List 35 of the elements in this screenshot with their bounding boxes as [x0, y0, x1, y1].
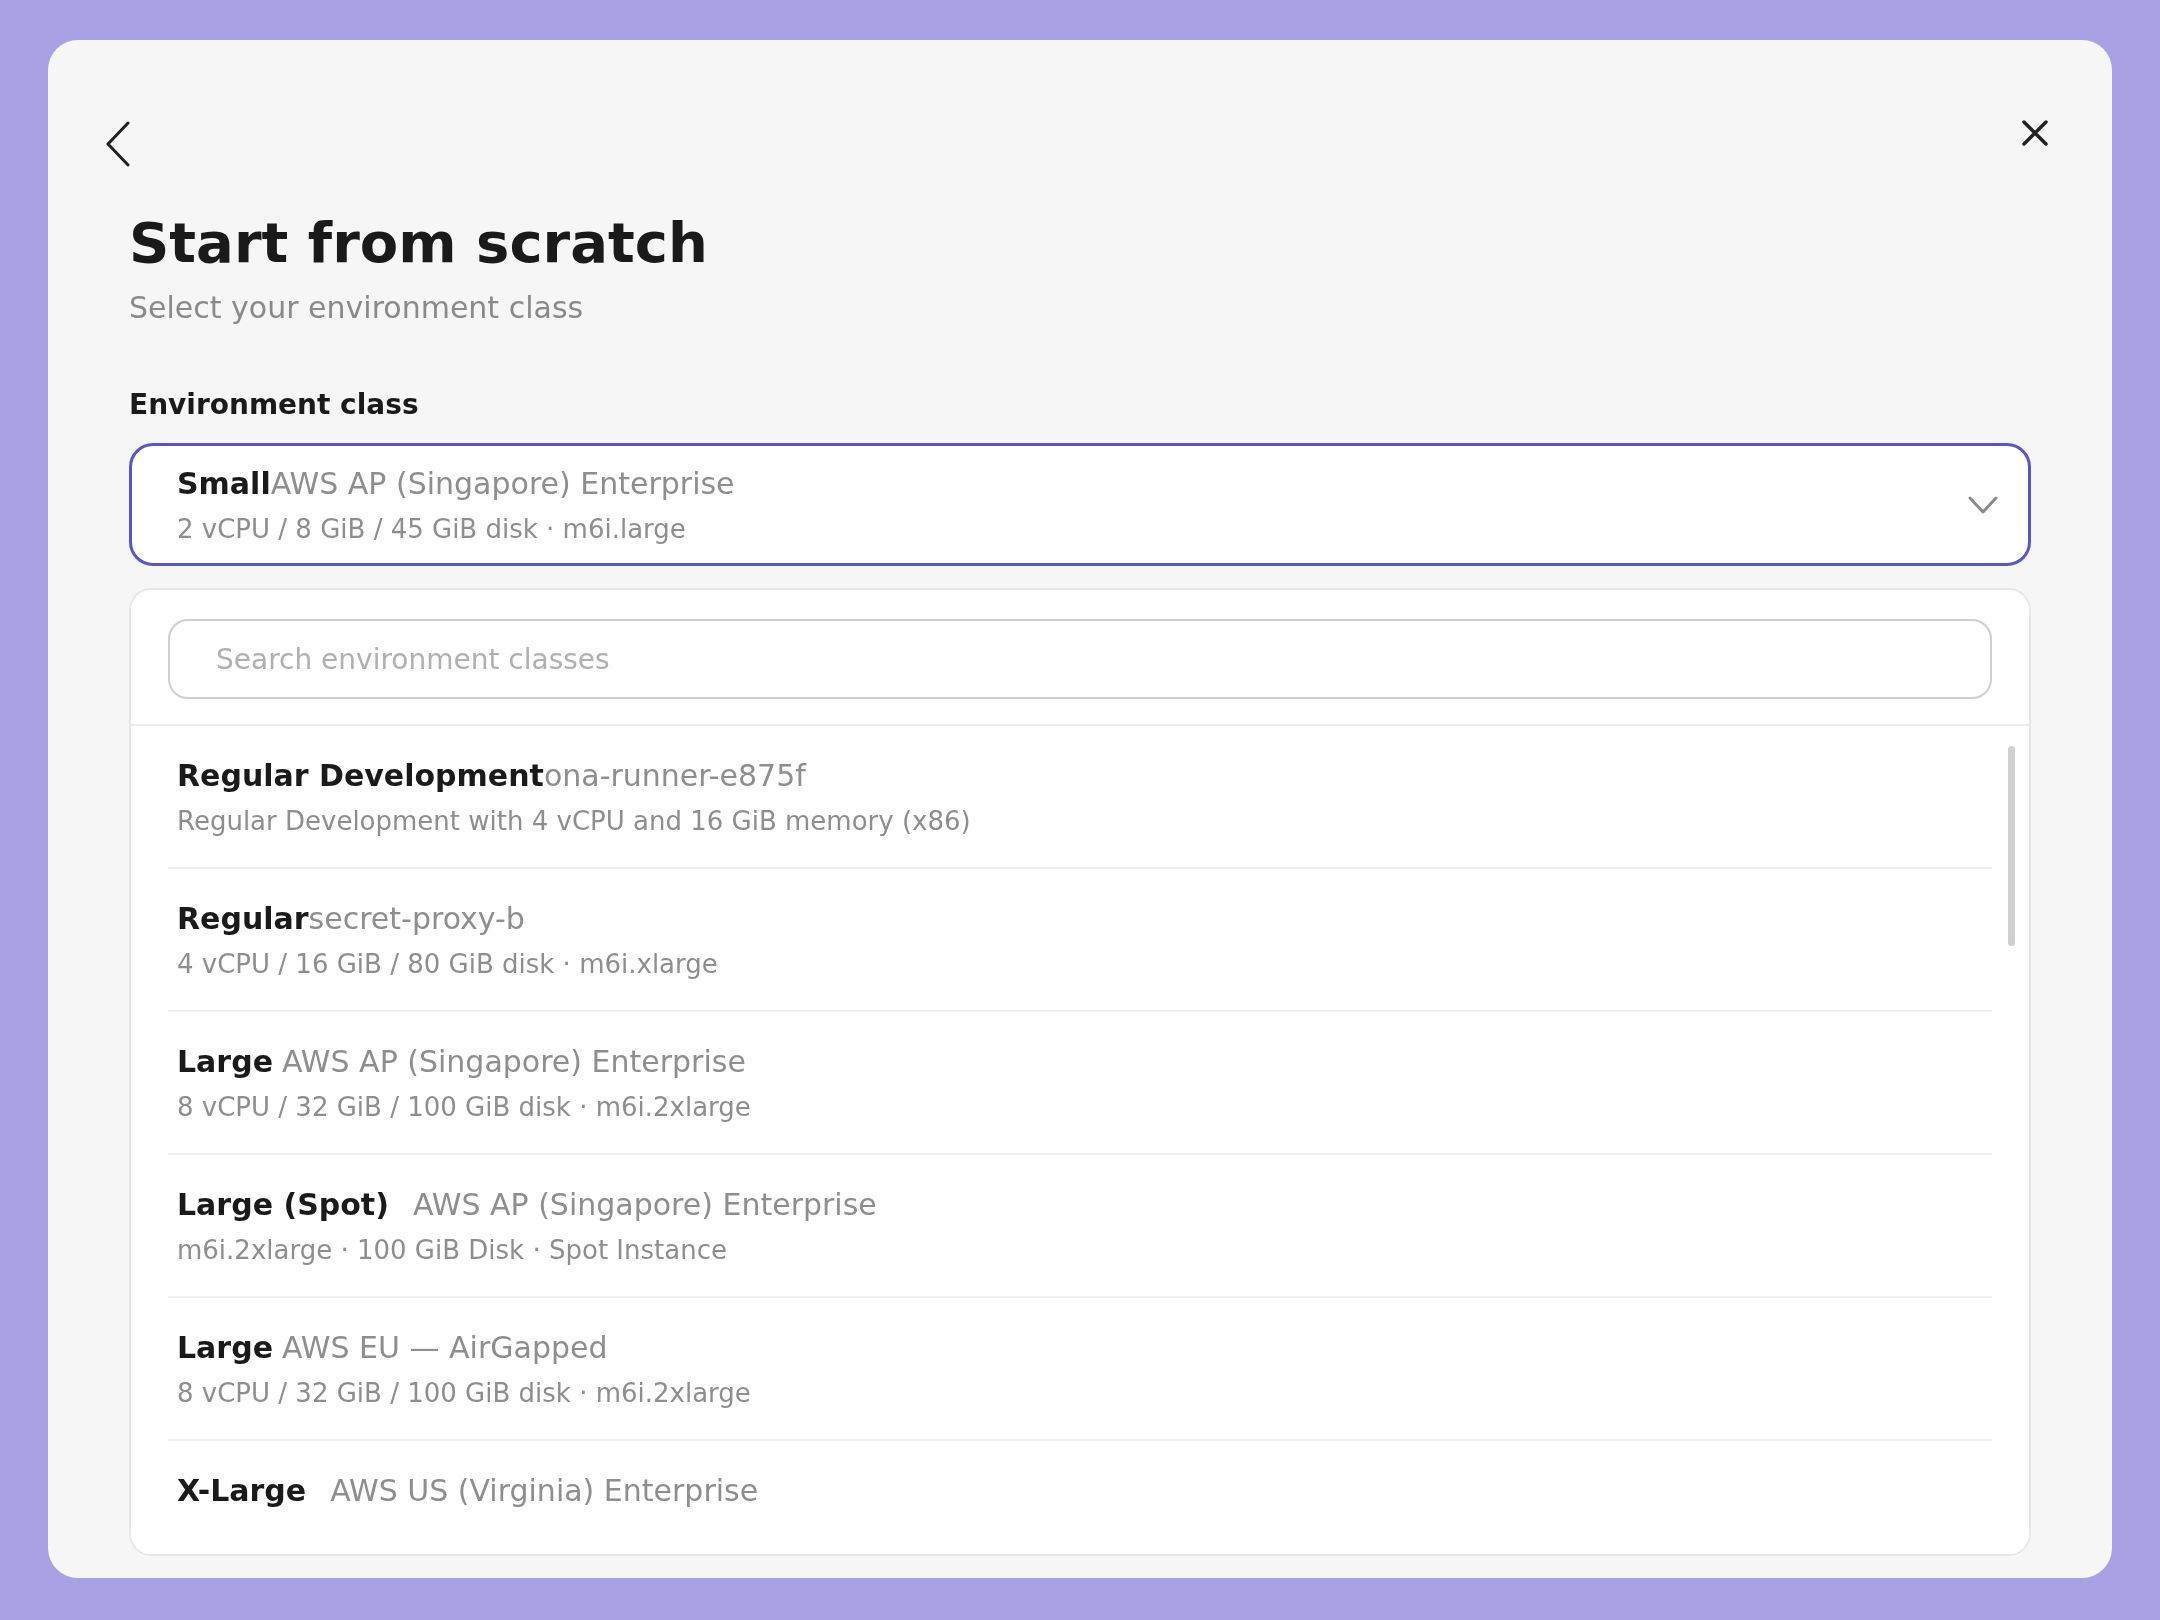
dialog-subtitle: Select your environment class — [129, 289, 585, 327]
option-details: Regular Development with 4 vCPU and 16 GiB memory (x86) — [177, 805, 972, 838]
option-name: Large — [177, 1330, 273, 1365]
option-name: X-Large — [177, 1473, 307, 1508]
option-name: Small — [177, 465, 271, 501]
option-details: 4 vCPU / 16 GiB / 80 GiB disk · m6i.xlarge — [177, 948, 719, 981]
option-details: m6i.2xlarge · 100 GiB Disk · Spot Instance — [177, 1234, 728, 1267]
chevron-icon — [1968, 495, 1998, 514]
option-region: AWS AP (Singapore) Enterprise — [412, 1187, 877, 1222]
option-region: AWS EU — AirGapped — [282, 1330, 608, 1365]
option-item[interactable]: Large (Spot) AWS AP (Singapore) Enterprise m6i.2xlarge · 100 GiB Disk · Spot Instance — [168, 1155, 1992, 1298]
option-region: ona-runner-e875f — [543, 758, 806, 793]
option-region: AWS AP (Singapore) Enterprise — [282, 1044, 746, 1079]
option-item[interactable]: Regular Developmentona-runner-e875f Regular Development with 4 vCPU and 16 GiB memory (x86) — [168, 726, 1992, 869]
option-name: Regular Development — [177, 758, 544, 793]
field-label: Environment class — [129, 387, 420, 423]
option-region: AWS US (Virginia) Enterprise — [330, 1473, 759, 1508]
close-icon[interactable] — [2022, 120, 2048, 146]
option-region: AWS AP (Singapore) Enterprise — [270, 465, 735, 501]
search-field[interactable]: Search environment classes — [168, 619, 1992, 699]
option-name: Large — [177, 1044, 273, 1079]
option-item[interactable]: Regularsecret-proxy-b 4 vCPU / 16 GiB / 80 GiB disk · m6i.xlarge — [168, 869, 1992, 1012]
option-item[interactable]: X-Large AWS US (Virginia) Enterprise — [168, 1441, 1992, 1554]
dialog-title: Start from scratch — [129, 210, 709, 276]
back-icon[interactable] — [105, 121, 131, 167]
scrollbar[interactable] — [2008, 746, 2015, 946]
option-name: Regular — [177, 901, 309, 936]
option-details: 2 vCPU / 8 GiB / 45 GiB disk · m6i.large — [177, 512, 687, 546]
option-details: 8 vCPU / 32 GiB / 100 GiB disk · m6i.2xlarge — [177, 1377, 752, 1410]
option-details: 8 vCPU / 32 GiB / 100 GiB disk · m6i.2xlarge — [177, 1091, 752, 1124]
option-region: secret-proxy-b — [308, 901, 525, 936]
option-name: Large (Spot) — [177, 1187, 389, 1222]
option-item[interactable]: Large AWS EU — AirGapped 8 vCPU / 32 GiB / 100 GiB disk · m6i.2xlarge — [168, 1298, 1992, 1441]
option-item[interactable]: Large AWS AP (Singapore) Enterprise 8 vCPU / 32 GiB / 100 GiB disk · m6i.2xlarge — [168, 1012, 1992, 1155]
environment-class-select[interactable]: SmallAWS AP (Singapore) Enterprise 2 vCPU / 8 GiB / 45 GiB disk · m6i.large — [129, 443, 2031, 566]
